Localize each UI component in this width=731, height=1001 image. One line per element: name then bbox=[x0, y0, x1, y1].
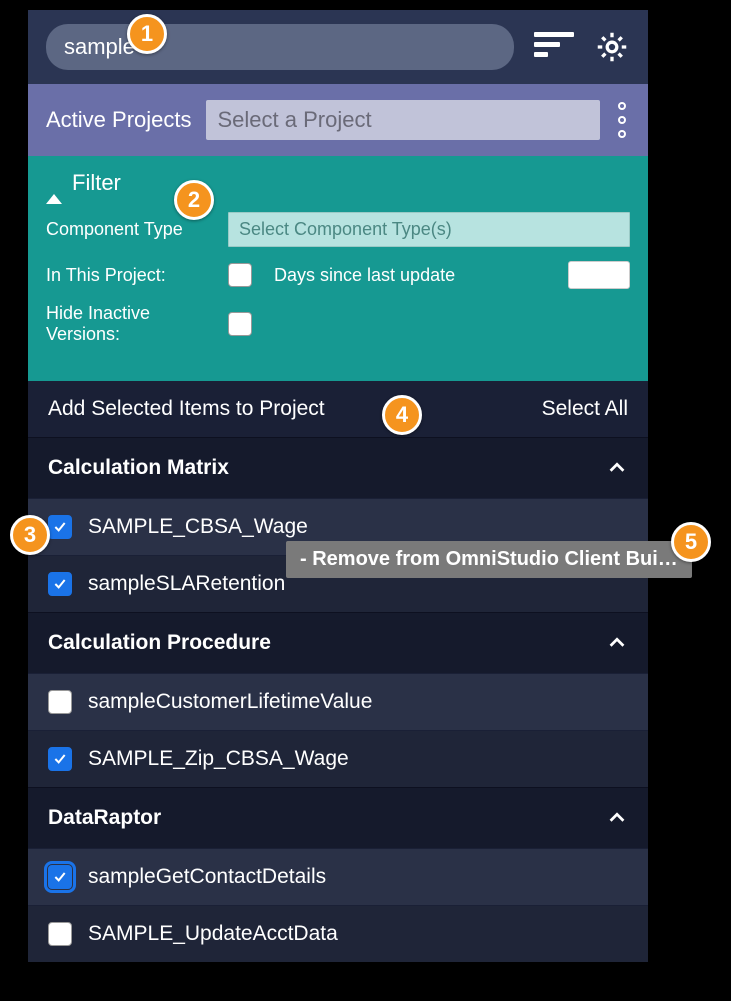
item-checkbox[interactable] bbox=[48, 572, 72, 596]
sort-icon[interactable] bbox=[534, 32, 574, 62]
group-title: Calculation Procedure bbox=[48, 631, 271, 655]
item-checkbox[interactable] bbox=[48, 515, 72, 539]
actions-bar: Add Selected Items to Project Select All bbox=[28, 381, 648, 437]
callout-2: 2 bbox=[174, 180, 214, 220]
select-all-button[interactable]: Select All bbox=[542, 397, 628, 421]
project-bar: Active Projects Select a Project bbox=[28, 84, 648, 156]
callout-4: 4 bbox=[382, 395, 422, 435]
days-label: Days since last update bbox=[274, 265, 455, 286]
days-input[interactable] bbox=[568, 261, 630, 289]
component-type-select[interactable]: Select Component Type(s) bbox=[228, 212, 630, 247]
chevron-up-icon bbox=[606, 457, 628, 479]
in-project-checkbox[interactable] bbox=[228, 263, 252, 287]
item-checkbox[interactable] bbox=[48, 922, 72, 946]
add-to-project-button[interactable]: Add Selected Items to Project bbox=[48, 397, 325, 421]
item-label: SAMPLE_UpdateAcctData bbox=[88, 922, 338, 946]
item-label: sampleGetContactDetails bbox=[88, 865, 326, 889]
group-title: DataRaptor bbox=[48, 806, 161, 830]
item-checkbox[interactable] bbox=[48, 865, 72, 889]
item-label: SAMPLE_Zip_CBSA_Wage bbox=[88, 747, 349, 771]
list-item[interactable]: SAMPLE_UpdateAcctData bbox=[28, 905, 648, 962]
group-header-dataraptor[interactable]: DataRaptor bbox=[28, 787, 648, 848]
component-type-label: Component Type bbox=[46, 219, 216, 240]
callout-5: 5 bbox=[671, 522, 711, 562]
item-checkbox[interactable] bbox=[48, 747, 72, 771]
item-label: sampleSLARetention bbox=[88, 572, 285, 596]
remove-tooltip: - Remove from OmniStudio Client Bui… bbox=[286, 541, 692, 578]
hide-inactive-label: Hide Inactive Versions: bbox=[46, 303, 216, 345]
project-select[interactable]: Select a Project bbox=[206, 100, 601, 140]
callout-3: 3 bbox=[10, 515, 50, 555]
group-header-calculation-matrix[interactable]: Calculation Matrix bbox=[28, 437, 648, 498]
gear-icon[interactable] bbox=[594, 29, 630, 65]
list-item[interactable]: sampleCustomerLifetimeValue bbox=[28, 673, 648, 730]
in-project-label: In This Project: bbox=[46, 265, 216, 286]
list-item[interactable]: SAMPLE_Zip_CBSA_Wage bbox=[28, 730, 648, 787]
list-item[interactable]: sampleGetContactDetails bbox=[28, 848, 648, 905]
group-title: Calculation Matrix bbox=[48, 456, 229, 480]
chevron-up-icon bbox=[606, 632, 628, 654]
filter-section: Filter Component Type Select Component T… bbox=[28, 156, 648, 381]
filter-toggle[interactable]: Filter bbox=[46, 170, 630, 196]
item-label: sampleCustomerLifetimeValue bbox=[88, 690, 372, 714]
group-header-calculation-procedure[interactable]: Calculation Procedure bbox=[28, 612, 648, 673]
chevron-up-icon bbox=[46, 169, 62, 195]
more-icon[interactable] bbox=[614, 102, 630, 138]
hide-inactive-checkbox[interactable] bbox=[228, 312, 252, 336]
header-bar bbox=[28, 10, 648, 84]
list-item[interactable]: SAMPLE_CBSA_Wage - Remove from OmniStudi… bbox=[28, 498, 648, 555]
active-projects-label: Active Projects bbox=[46, 107, 192, 133]
item-label: SAMPLE_CBSA_Wage bbox=[88, 515, 308, 539]
chevron-up-icon bbox=[606, 807, 628, 829]
item-checkbox[interactable] bbox=[48, 690, 72, 714]
search-input[interactable] bbox=[46, 24, 514, 70]
callout-1: 1 bbox=[127, 14, 167, 54]
main-panel: Active Projects Select a Project Filter … bbox=[28, 10, 648, 962]
filter-title: Filter bbox=[72, 170, 121, 196]
